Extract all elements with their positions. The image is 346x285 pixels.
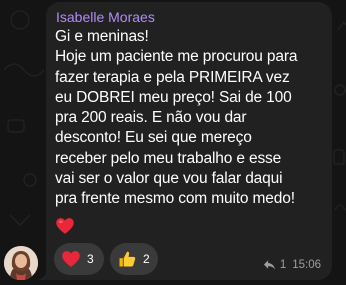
- reaction-count: 3: [87, 252, 94, 266]
- message-text: Gi e meninas! Hoje um paciente me procur…: [55, 27, 331, 210]
- reply-count[interactable]: 1: [280, 259, 286, 271]
- reaction-thumbs-up-button[interactable]: 2: [110, 243, 158, 275]
- sender-avatar[interactable]: [4, 246, 38, 280]
- message-meta: 1 15:06: [263, 257, 321, 273]
- message-line: pra frente mesmo com muito medo!: [55, 190, 295, 208]
- message-line: pra 200 reais. E não vou dar: [55, 109, 247, 127]
- reply-arrow-icon[interactable]: [263, 259, 276, 271]
- message-line: Gi e meninas!: [55, 28, 149, 45]
- message-line: fazer terapia e pela PRIMEIRA vez: [55, 68, 290, 86]
- thumbs-up-icon: [119, 251, 136, 267]
- message-line: eu DOBREI meu preço! Sai de 100: [55, 88, 292, 106]
- message-line: desconto! Eu sei que mereço: [55, 129, 252, 147]
- message-line: Hoje um paciente me procurou para: [55, 48, 298, 66]
- reaction-count: 2: [143, 252, 150, 266]
- reaction-heart-button[interactable]: 3: [54, 243, 104, 275]
- red-heart-emoji: [56, 218, 74, 234]
- message-time: 15:06: [292, 259, 321, 271]
- red-heart-icon: [62, 251, 80, 267]
- message-line: vai ser o valor que vou falar daqui: [55, 170, 283, 188]
- message-line: receber pelo meu trabalho e esse: [55, 149, 282, 167]
- avatar-photo: [4, 246, 38, 280]
- sender-name[interactable]: Isabelle Moraes: [56, 8, 155, 26]
- message-bubble[interactable]: Isabelle Moraes Gi e meninas! Hoje um pa…: [46, 2, 332, 280]
